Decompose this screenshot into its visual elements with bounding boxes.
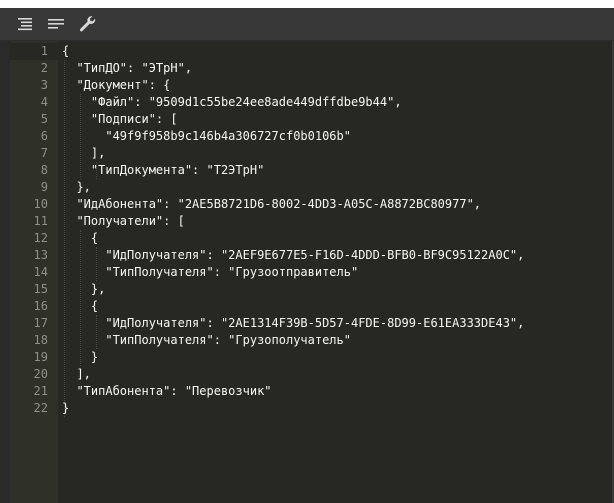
line-number: 11 — [33, 214, 48, 228]
format-button[interactable] — [14, 12, 38, 36]
line-number: 8 — [40, 163, 48, 177]
code-line: "ТипПолучателя": "Грузополучатель" — [62, 333, 351, 347]
line-number: 7 — [40, 146, 48, 160]
json-editor-app: 1 2 3 4 5 6 7 8 9 10 11 12 13 14 15 16 1… — [0, 0, 614, 503]
format-icon — [18, 18, 32, 31]
code-line: "ТипДокумента": "Т2ЭТрН" — [62, 163, 265, 177]
code-line: { — [62, 299, 99, 313]
code-line: "Документ": { — [62, 78, 171, 92]
line-number: 21 — [33, 384, 48, 398]
compact-button[interactable] — [44, 12, 68, 36]
wrench-icon — [79, 16, 96, 32]
code-editor[interactable]: 1 2 3 4 5 6 7 8 9 10 11 12 13 14 15 16 1… — [0, 41, 612, 503]
compact-icon — [48, 19, 64, 29]
code-line: "ТипАбонента": "Перевозчик" — [62, 384, 272, 398]
code-line: }, — [62, 282, 106, 296]
gutter-edge — [0, 41, 10, 503]
line-number: 16 — [33, 299, 48, 313]
code-line: "ТипДО": "ЭТрН", — [62, 61, 193, 75]
line-number: 2 — [40, 61, 48, 75]
repair-button[interactable] — [75, 12, 99, 36]
code-line: "ИдПолучателя": "2AEF9E677E5-F16D-4DDD-B… — [62, 248, 525, 262]
line-numbers: 1 2 3 4 5 6 7 8 9 10 11 12 13 14 15 16 1… — [10, 43, 48, 417]
code-line: } — [62, 350, 99, 364]
code-line: "Файл": "9509d1c55be24ee8ade449dffdbe9b4… — [62, 95, 402, 109]
line-number: 18 — [33, 333, 48, 347]
code-line: "Получатели": [ — [62, 214, 185, 228]
line-number: 19 — [33, 350, 48, 364]
line-number: 9 — [40, 180, 48, 194]
line-number: 22 — [33, 401, 48, 415]
line-number: 12 — [33, 231, 48, 245]
code-line: ], — [62, 146, 106, 160]
line-number: 6 — [40, 129, 48, 143]
line-number: 10 — [33, 197, 48, 211]
code-line: } — [62, 401, 70, 415]
line-number: 4 — [40, 95, 48, 109]
toolbar — [0, 8, 614, 41]
line-number: 3 — [40, 78, 48, 92]
line-number: 13 — [33, 248, 48, 262]
code-line: }, — [62, 180, 91, 194]
code-line: "ИдПолучателя": "2AE1314F39B-5D57-4FDE-8… — [62, 316, 525, 330]
code-line: ], — [62, 367, 91, 381]
top-strip — [0, 0, 614, 8]
code-content[interactable]: { "ТипДО": "ЭТрН", "Документ": { "Файл":… — [62, 43, 610, 417]
line-number: 15 — [33, 282, 48, 296]
line-number: 5 — [40, 112, 48, 126]
code-line: { — [62, 44, 70, 58]
code-line: { — [62, 231, 99, 245]
line-number: 1 — [40, 44, 48, 58]
code-line: "ИдАбонента": "2AE5B8721D6-8002-4DD3-A05… — [62, 197, 482, 211]
line-number: 17 — [33, 316, 48, 330]
code-line: "Подписи": [ — [62, 112, 178, 126]
line-number: 14 — [33, 265, 48, 279]
line-number: 20 — [33, 367, 48, 381]
code-line: "49f9f958b9c146b4a306727cf0b0106b" — [62, 129, 351, 143]
code-line: "ТипПолучателя": "Грузоотправитель" — [62, 265, 359, 279]
